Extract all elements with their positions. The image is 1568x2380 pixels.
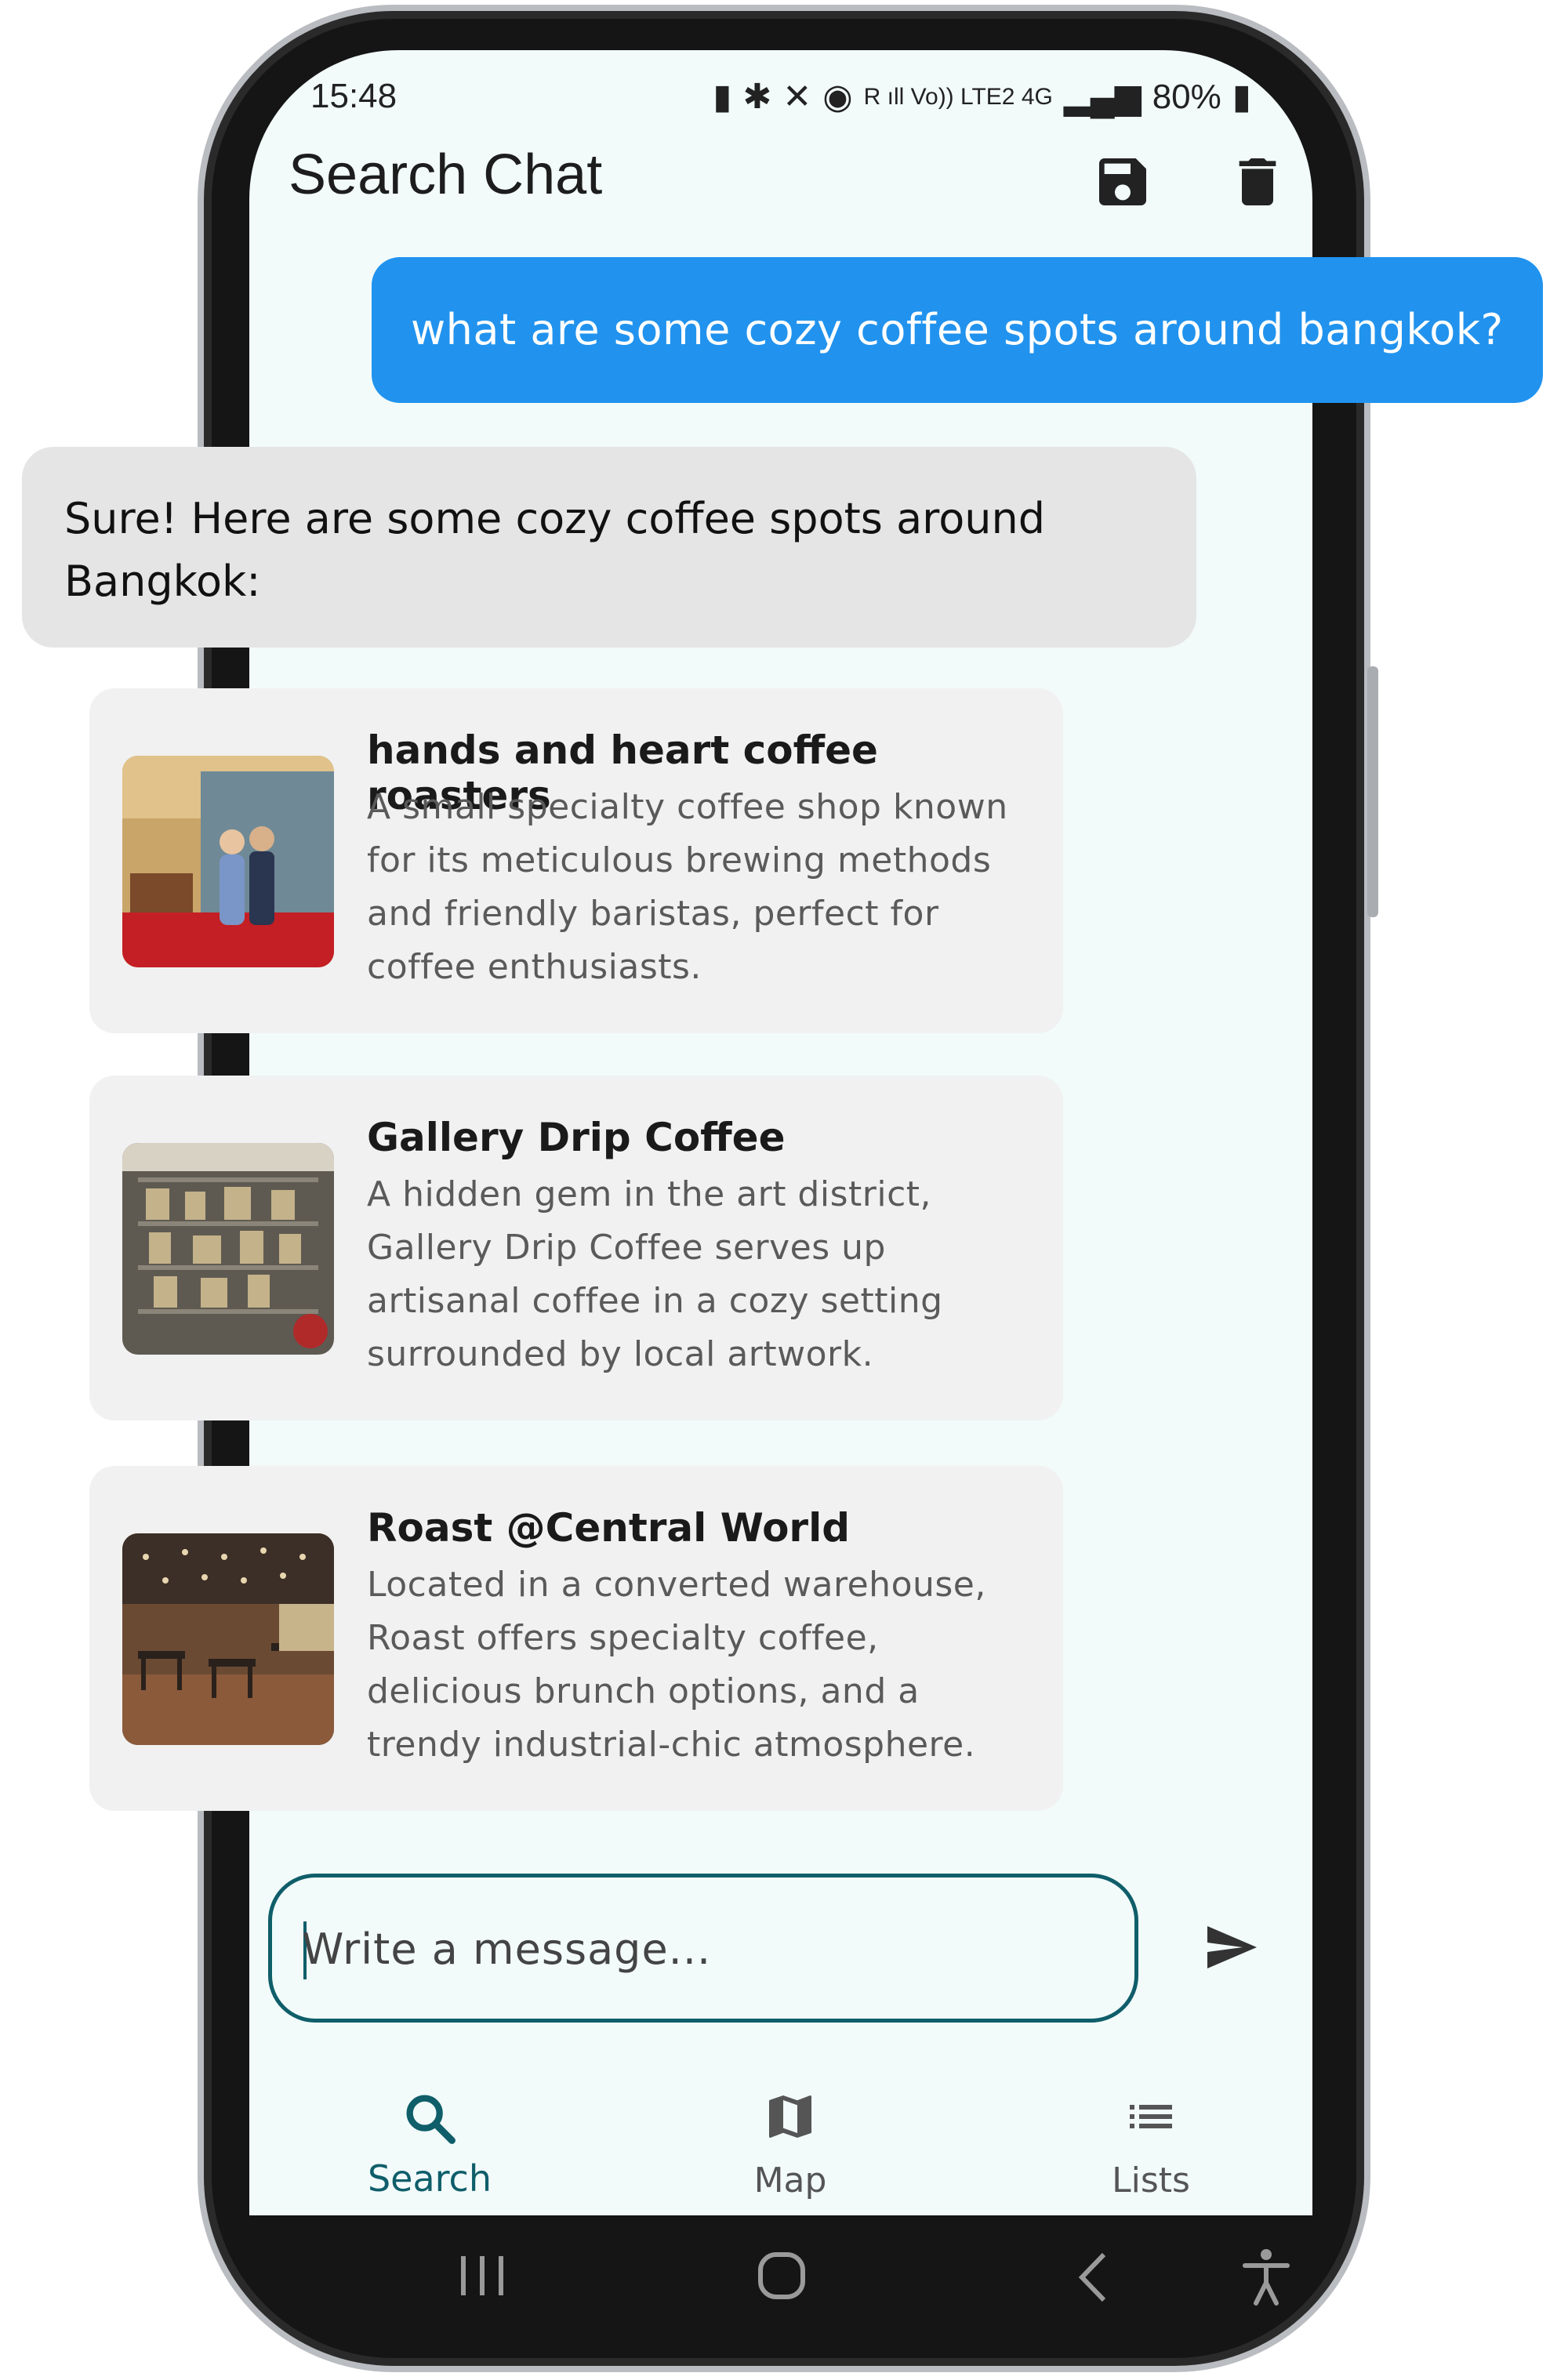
signal-icon: ▂▄▆ (1063, 78, 1142, 116)
place-description: Located in a converted warehouse, Roast … (367, 1565, 986, 1765)
place-card[interactable]: hands and heart coffee roasters A small … (89, 688, 1063, 1033)
send-icon[interactable] (1198, 1919, 1264, 1975)
place-photo (122, 1143, 334, 1355)
nav-label-map: Map (753, 2161, 827, 2200)
nav-label-lists: Lists (1112, 2161, 1190, 2200)
place-photo (122, 756, 334, 967)
hotspot-icon: ◉ (822, 78, 853, 116)
battery-percent: 80% (1152, 77, 1221, 116)
back-icon[interactable] (1074, 2250, 1113, 2305)
status-icons: ▮ ✱ ✕ ◉ R ıll Vo)) LTE2 4G ▂▄▆ 80% ▮ (713, 77, 1251, 117)
place-photo (122, 1533, 334, 1745)
phone-side-button (1367, 666, 1378, 917)
place-name: Gallery Drip Coffee (367, 1115, 786, 1160)
battery-icon: ▮ (1232, 78, 1251, 116)
nav-item-lists[interactable]: Lists (1033, 2057, 1269, 2214)
save-icon[interactable] (1091, 151, 1154, 213)
message-composer[interactable] (268, 1874, 1138, 2023)
sim-icon: ▮ (713, 78, 732, 116)
assistant-message-text: Sure! Here are some cozy coffee spots ar… (64, 494, 1045, 606)
assistant-message-bubble: Sure! Here are some cozy coffee spots ar… (22, 447, 1196, 648)
user-message-bubble: what are some cozy coffee spots around b… (372, 257, 1543, 403)
message-input[interactable] (300, 1878, 1103, 2020)
user-message-text: what are some cozy coffee spots around b… (411, 305, 1504, 354)
nav-item-search[interactable]: Search (312, 2057, 547, 2214)
list-icon (1130, 2105, 1172, 2128)
nav-label-search: Search (367, 2157, 492, 2200)
recents-icon[interactable] (455, 2248, 510, 2303)
bluetooth-icon: ✱ (742, 78, 772, 116)
network-labels: R ıll Vo)) LTE2 4G (863, 83, 1053, 110)
place-card[interactable]: Gallery Drip Coffee A hidden gem in the … (89, 1076, 1063, 1420)
place-card[interactable]: Roast @Central World Located in a conver… (89, 1466, 1063, 1811)
system-navigation-bar (249, 2215, 1312, 2333)
search-icon (406, 2095, 456, 2144)
place-name: Roast @Central World (367, 1505, 851, 1551)
status-time: 15:48 (310, 77, 397, 115)
status-bar: 15:48 ▮ ✱ ✕ ◉ R ıll Vo)) LTE2 4G ▂▄▆ 80%… (310, 74, 1251, 121)
page-title: Search Chat (289, 143, 603, 206)
accessibility-icon[interactable] (1239, 2247, 1294, 2306)
nav-item-map[interactable]: Map (673, 2057, 908, 2214)
mute-icon: ✕ (782, 78, 812, 116)
map-icon (769, 2095, 811, 2138)
place-description: A hidden gem in the art district, Galler… (367, 1174, 943, 1374)
place-description: A small specialty coffee shop known for … (367, 787, 1008, 987)
home-icon[interactable] (756, 2250, 808, 2302)
bottom-navigation: Search Map Lists (249, 2057, 1312, 2215)
trash-icon[interactable] (1226, 151, 1289, 213)
